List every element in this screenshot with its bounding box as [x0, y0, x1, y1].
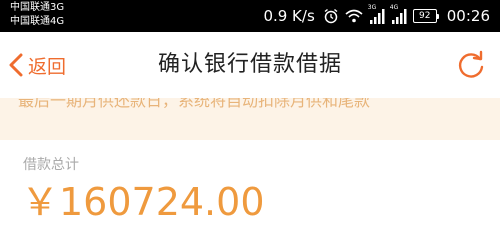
loan-total-label: 借款总计: [23, 157, 79, 173]
status-bar: 中国联通3G 中国联通4G 0.9 K/s 3G 4G 92 00:26: [0, 0, 500, 32]
loan-total-amount: ￥160724.00: [21, 180, 265, 224]
status-time: 00:26: [446, 7, 490, 25]
notice-text: 最后一期月供还款日，系统将自动扣除月供和尾款: [18, 98, 371, 110]
battery-level: 92: [412, 9, 437, 23]
signal-icon-3g: 3G: [367, 4, 385, 24]
battery-icon: 92: [412, 9, 439, 23]
wifi-icon: [345, 9, 363, 23]
signal-tag-4g: 4G: [389, 4, 399, 11]
signal-icon-4g: 4G: [389, 4, 407, 24]
carrier-label-secondary: 中国联通4G: [10, 16, 65, 27]
alarm-icon: [324, 8, 338, 24]
loan-total-card: 借款总计 ￥160724.00: [0, 140, 500, 250]
carrier-label-primary: 中国联通3G: [10, 2, 65, 13]
signal-tag-3g: 3G: [367, 4, 377, 11]
page-title: 确认银行借款借据: [157, 52, 342, 77]
refresh-icon[interactable]: [456, 50, 486, 80]
status-indicators: 0.9 K/s 3G 4G 92 00:26: [263, 0, 490, 32]
network-speed: 0.9 K/s: [263, 7, 315, 25]
notice-banner: 最后一期月供还款日，系统将自动扣除月供和尾款: [0, 98, 500, 140]
nav-bar: 返回 确认银行借款借据: [0, 32, 500, 98]
